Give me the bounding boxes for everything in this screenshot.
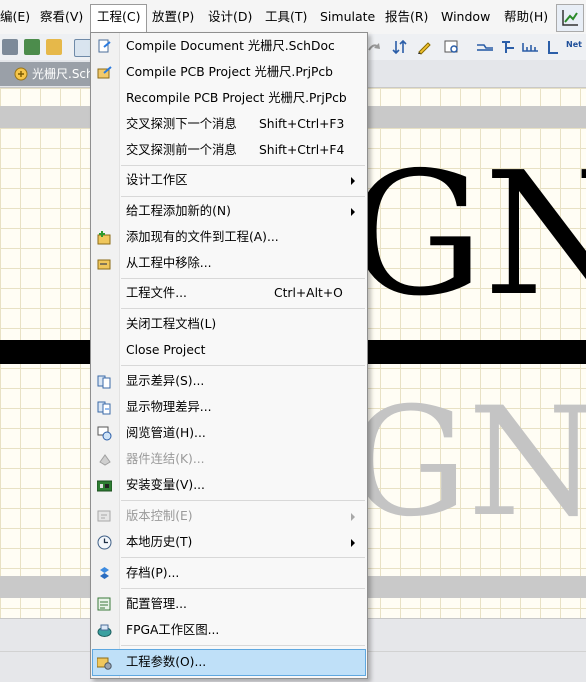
menu-separator: [121, 557, 365, 558]
menu-simulate[interactable]: Simulate: [314, 5, 381, 29]
pencil-icon[interactable]: [416, 39, 432, 55]
project-menu-dropdown: Compile Document 光栅尺.SchDoc Compile PCB …: [90, 32, 368, 679]
menu-item-component-links[interactable]: 器件连结(K)...: [93, 447, 365, 472]
schematic-doc-icon: [14, 67, 28, 81]
bus-icon[interactable]: [500, 39, 516, 55]
layers-icon[interactable]: [2, 39, 18, 55]
config-manager-icon: [97, 597, 112, 612]
title-text-black: GN: [348, 136, 586, 334]
menu-bar: 编(E) 察看(V) 工程(C) 放置(P) 设计(D) 工具(T) Simul…: [0, 0, 586, 35]
compile-project-icon: [97, 65, 112, 80]
menu-window[interactable]: Window: [435, 5, 496, 29]
menu-item-local-history[interactable]: 本地历史(T): [93, 530, 365, 555]
menu-reports[interactable]: 报告(R): [379, 5, 434, 29]
menu-item-compile-pcb-project[interactable]: Compile PCB Project 光栅尺.PrjPcb: [93, 60, 365, 85]
menu-separator: [121, 278, 365, 279]
project-options-icon: [97, 655, 112, 670]
archive-icon: [97, 566, 112, 581]
history-clock-icon: [97, 535, 112, 550]
menu-edit[interactable]: 编(E): [0, 5, 36, 29]
menu-item-view-channels[interactable]: 阅览管道(H)...: [93, 421, 365, 446]
menu-help[interactable]: 帮助(H): [498, 5, 554, 29]
menu-separator: [121, 196, 365, 197]
show-diff-icon: [97, 374, 112, 389]
folder-icon[interactable]: [46, 39, 62, 55]
menu-item-fpga-workspace-map[interactable]: FPGA工作区图...: [93, 618, 365, 643]
menu-item-cross-probe-prev[interactable]: 交叉探测前一个消息 Shift+Ctrl+F4: [93, 138, 365, 163]
physical-diff-icon: [97, 400, 112, 415]
menu-separator: [121, 165, 365, 166]
menu-item-close-project[interactable]: Close Project: [93, 338, 365, 363]
menu-item-show-physical-differences[interactable]: 显示物理差异...: [93, 395, 365, 420]
menu-item-show-differences[interactable]: 显示差异(S)...: [93, 369, 365, 394]
menu-item-project-files[interactable]: 工程文件... Ctrl+Alt+O: [93, 281, 365, 306]
menu-item-add-existing-file[interactable]: 添加现有的文件到工程(A)...: [93, 225, 365, 250]
document-tab[interactable]: 光栅尺.Sch: [0, 62, 96, 86]
menu-design[interactable]: 设计(D): [202, 5, 258, 29]
version-control-icon: [97, 509, 112, 524]
add-file-icon: [97, 230, 112, 245]
component-link-icon: [97, 452, 112, 467]
redo-icon[interactable]: [366, 39, 382, 55]
submenu-arrow-icon: [351, 513, 355, 521]
title-text-gray: GN: [348, 376, 586, 550]
menu-item-project-options[interactable]: 工程参数(O)...: [92, 649, 366, 676]
channel-view-icon: [97, 426, 112, 441]
menu-item-cross-probe-next[interactable]: 交叉探测下一个消息 Shift+Ctrl+F3: [93, 112, 365, 137]
save-icon[interactable]: [24, 39, 40, 55]
menu-item-add-new-to-project[interactable]: 给工程添加新的(N): [93, 199, 365, 224]
compile-doc-icon: [97, 39, 112, 54]
remove-file-icon: [97, 256, 112, 271]
menu-item-archive[interactable]: 存档(P)...: [93, 561, 365, 586]
menu-item-recompile-pcb-project[interactable]: Recompile PCB Project 光栅尺.PrjPcb: [93, 86, 365, 111]
menu-item-close-project-documents[interactable]: 关闭工程文档(L): [93, 312, 365, 337]
menu-item-version-control[interactable]: 版本控制(E): [93, 504, 365, 529]
toolbar-options-button[interactable]: [556, 4, 584, 32]
menu-separator: [121, 588, 365, 589]
menu-item-assembly-variants[interactable]: 安装变量(V)...: [93, 473, 365, 498]
menu-item-compile-document[interactable]: Compile Document 光栅尺.SchDoc: [93, 34, 365, 59]
menu-separator: [121, 645, 365, 646]
menu-separator: [121, 500, 365, 501]
variants-icon: [97, 478, 112, 493]
document-tab-label: 光栅尺.Sch: [32, 67, 94, 81]
menu-project[interactable]: 工程(C): [90, 4, 148, 34]
menu-place[interactable]: 放置(P): [146, 5, 200, 29]
net-text-icon[interactable]: Net: [566, 40, 582, 49]
port-icon[interactable]: [546, 39, 560, 55]
wire-icon[interactable]: [476, 39, 494, 55]
submenu-arrow-icon: [351, 208, 355, 216]
fpga-workspace-icon: [97, 623, 112, 638]
submenu-arrow-icon: [351, 177, 355, 185]
chart-icon: [562, 10, 578, 26]
menu-item-design-workspace[interactable]: 设计工作区: [93, 168, 365, 193]
menu-separator: [121, 365, 365, 366]
inspect-icon[interactable]: [444, 39, 460, 55]
submenu-arrow-icon: [351, 539, 355, 547]
net-label-icon[interactable]: [522, 39, 540, 55]
menu-separator: [121, 308, 365, 309]
menu-view[interactable]: 察看(V): [34, 5, 89, 29]
menu-item-configuration-manager[interactable]: 配置管理...: [93, 592, 365, 617]
sort-icon[interactable]: [392, 39, 408, 55]
menu-tools[interactable]: 工具(T): [259, 5, 313, 29]
menu-item-remove-from-project[interactable]: 从工程中移除...: [93, 251, 365, 276]
